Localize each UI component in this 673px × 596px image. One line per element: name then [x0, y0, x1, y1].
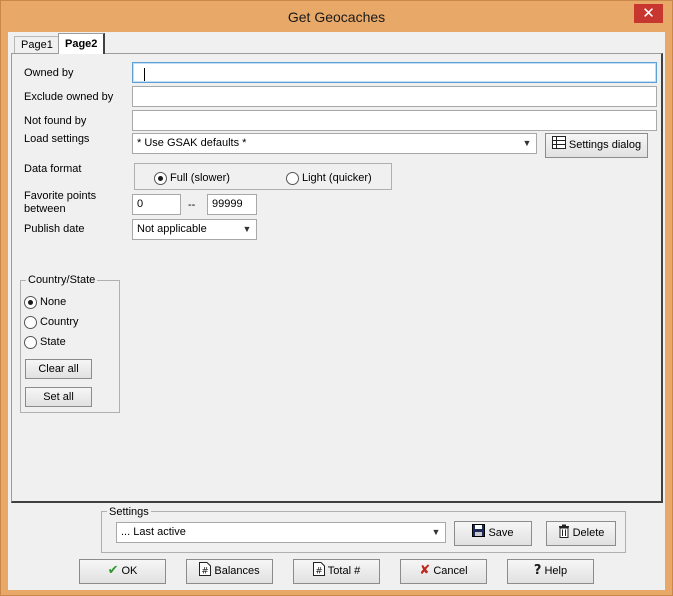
publish-date-value: Not applicable: [137, 223, 207, 235]
settings-preset-select[interactable]: ... Last active ▼: [116, 522, 446, 543]
light-quicker-radio[interactable]: [286, 172, 299, 185]
country-label: Country: [40, 316, 79, 328]
owned-by-label: Owned by: [24, 67, 74, 79]
publish-date-select[interactable]: Not applicable ▼: [132, 219, 257, 240]
none-radio[interactable]: [24, 296, 37, 309]
trash-can-icon: [558, 524, 570, 541]
delete-button[interactable]: Delete: [546, 521, 616, 546]
load-settings-select[interactable]: * Use GSAK defaults * ▼: [132, 133, 537, 154]
hash-icon: #: [312, 561, 325, 579]
tab-page2[interactable]: Page2: [58, 33, 106, 54]
tab-strip: Page1 Page2: [8, 32, 665, 54]
none-label: None: [40, 296, 67, 308]
cancel-button[interactable]: ✘ Cancel: [400, 559, 487, 584]
favorite-min-input[interactable]: 0: [132, 194, 181, 215]
not-found-by-input[interactable]: [132, 110, 657, 131]
favorite-max-input[interactable]: 99999: [207, 194, 257, 215]
state-radio[interactable]: [24, 336, 37, 349]
load-settings-label: Load settings: [24, 133, 90, 145]
window-title: Get Geocaches: [287, 9, 386, 25]
question-mark-icon: ?: [533, 562, 542, 578]
full-slower-radio[interactable]: [154, 172, 167, 185]
help-button[interactable]: ? Help: [507, 559, 594, 584]
text-caret: [144, 68, 145, 81]
settings-preset-value: ... Last active: [121, 526, 186, 538]
save-button[interactable]: Save: [454, 521, 532, 546]
title-bar[interactable]: Get Geocaches ✕: [1, 1, 672, 32]
favorite-points-between-label: between: [24, 203, 66, 215]
chevron-down-icon: ▼: [522, 138, 532, 148]
full-slower-label: Full (slower): [170, 172, 230, 184]
state-label: State: [40, 336, 66, 348]
data-format-label: Data format: [24, 163, 82, 175]
clear-all-button[interactable]: Clear all: [25, 359, 92, 379]
publish-date-label: Publish date: [24, 223, 85, 235]
set-all-button[interactable]: Set all: [25, 387, 92, 407]
favorite-points-label: Favorite points: [24, 190, 97, 202]
close-button[interactable]: ✕: [634, 4, 663, 23]
get-geocaches-window: Get Geocaches ✕ Page1 Page2 Owned by Exc…: [0, 0, 673, 596]
light-quicker-label: Light (quicker): [302, 172, 372, 184]
chevron-down-icon: ▼: [431, 527, 441, 537]
tab-page1[interactable]: Page1: [14, 36, 60, 54]
hash-icon: #: [199, 561, 212, 579]
settings-title: Settings: [107, 506, 151, 518]
owned-by-input[interactable]: [132, 62, 657, 83]
country-radio[interactable]: [24, 316, 37, 329]
chevron-down-icon: ▼: [242, 224, 252, 234]
not-found-by-label: Not found by: [24, 115, 87, 127]
close-icon: ✕: [642, 4, 655, 22]
range-separator: --: [188, 199, 196, 211]
exclude-owned-by-label: Exclude owned by: [24, 91, 114, 103]
svg-text:#: #: [202, 566, 210, 576]
svg-text:#: #: [315, 566, 323, 576]
country-state-title: Country/State: [26, 274, 98, 286]
ok-button[interactable]: ✔ OK: [79, 559, 166, 584]
load-settings-value: * Use GSAK defaults *: [137, 137, 247, 149]
red-x-icon: ✘: [419, 562, 431, 578]
exclude-owned-by-input[interactable]: [132, 86, 657, 107]
floppy-disk-icon: [472, 524, 486, 540]
grid-icon: [551, 136, 566, 152]
settings-dialog-button[interactable]: Settings dialog: [545, 133, 648, 158]
total-button[interactable]: # Total #: [293, 559, 380, 584]
dialog-client: Page1 Page2 Owned by Exclude owned by No…: [8, 32, 665, 590]
checkmark-icon: ✔: [107, 562, 119, 578]
balances-button[interactable]: # Balances: [186, 559, 273, 584]
